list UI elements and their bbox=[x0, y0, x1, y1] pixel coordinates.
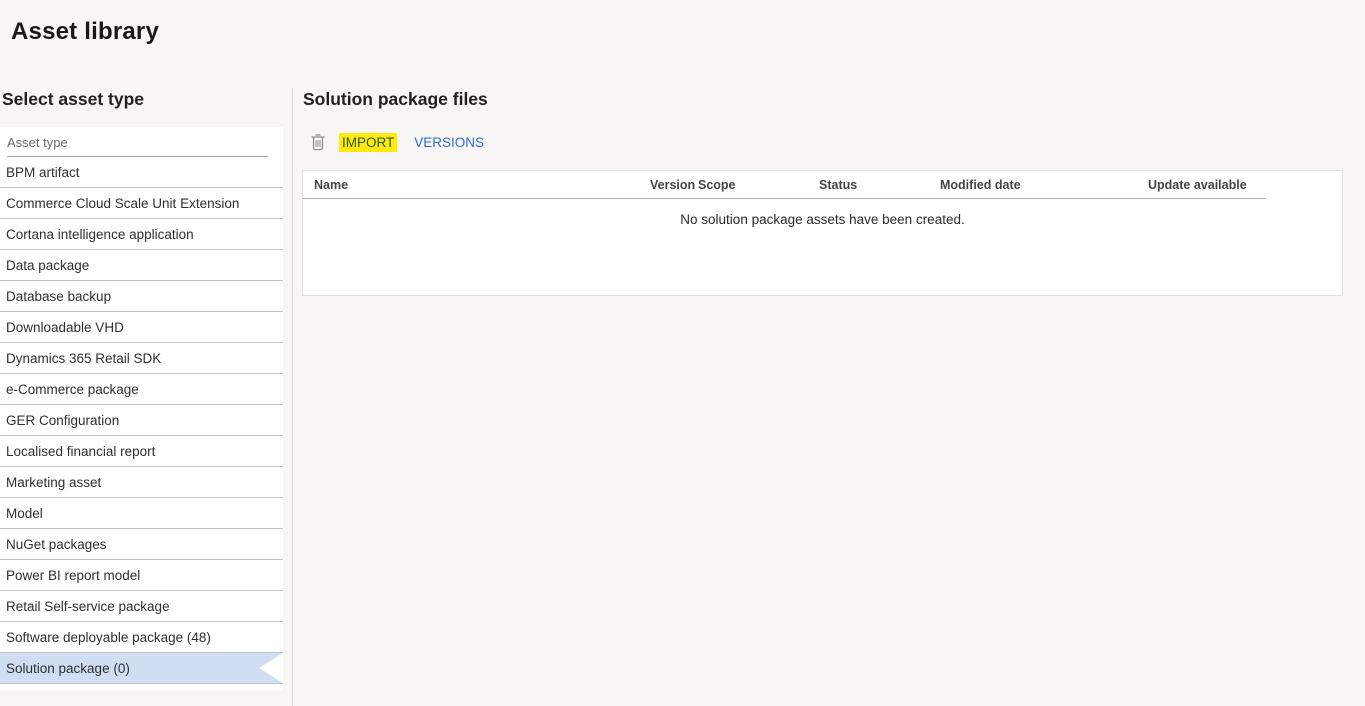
empty-state-message: No solution package assets have been cre… bbox=[303, 212, 1342, 227]
asset-type-item-power-bi-report-model[interactable]: Power BI report model bbox=[0, 560, 283, 591]
trash-icon bbox=[310, 133, 326, 151]
asset-type-item-solution-package[interactable]: Solution package (0) bbox=[0, 653, 283, 684]
panel-divider bbox=[292, 88, 293, 706]
versions-button[interactable]: VERSIONS bbox=[411, 133, 487, 152]
solution-package-files-card: Name Version Scope Status Modified date … bbox=[302, 170, 1343, 296]
asset-type-item-cortana-intelligence-application[interactable]: Cortana intelligence application bbox=[0, 219, 283, 250]
asset-type-item-ecommerce-package[interactable]: e-Commerce package bbox=[0, 374, 283, 405]
column-header-scope[interactable]: Scope bbox=[698, 178, 819, 192]
asset-type-item-data-package[interactable]: Data package bbox=[0, 250, 283, 281]
page-title: Asset library bbox=[11, 18, 159, 46]
asset-type-item-retail-self-service-package[interactable]: Retail Self-service package bbox=[0, 591, 283, 622]
asset-type-item-localised-financial-report[interactable]: Localised financial report bbox=[0, 436, 283, 467]
column-header-update-available[interactable]: Update available bbox=[1148, 178, 1266, 192]
asset-type-item-marketing-asset[interactable]: Marketing asset bbox=[0, 467, 283, 498]
asset-type-item-model[interactable]: Model bbox=[0, 498, 283, 529]
asset-type-item-ger-configuration[interactable]: GER Configuration bbox=[0, 405, 283, 436]
asset-type-item-nuget-packages[interactable]: NuGet packages bbox=[0, 529, 283, 560]
column-header-version[interactable]: Version bbox=[650, 178, 698, 192]
asset-type-list: Asset type BPM artifact Commerce Cloud S… bbox=[0, 127, 283, 690]
asset-type-item-commerce-cloud-scale-unit-extension[interactable]: Commerce Cloud Scale Unit Extension bbox=[0, 188, 283, 219]
asset-type-item-software-deployable-package[interactable]: Software deployable package (48) bbox=[0, 622, 283, 653]
column-header-name[interactable]: Name bbox=[303, 178, 650, 192]
left-panel-heading: Select asset type bbox=[2, 89, 144, 110]
asset-type-item-dynamics-365-retail-sdk[interactable]: Dynamics 365 Retail SDK bbox=[0, 343, 283, 374]
column-header-status[interactable]: Status bbox=[819, 178, 940, 192]
column-header-modified-date[interactable]: Modified date bbox=[940, 178, 1148, 192]
import-button[interactable]: IMPORT bbox=[339, 133, 397, 152]
asset-type-item-bpm-artifact[interactable]: BPM artifact bbox=[0, 157, 283, 188]
asset-type-list-header: Asset type bbox=[0, 127, 283, 157]
asset-type-item-downloadable-vhd[interactable]: Downloadable VHD bbox=[0, 312, 283, 343]
delete-button[interactable] bbox=[309, 133, 326, 152]
file-table-header-row: Name Version Scope Status Modified date … bbox=[303, 171, 1266, 199]
right-panel-heading: Solution package files bbox=[303, 89, 488, 110]
asset-type-item-database-backup[interactable]: Database backup bbox=[0, 281, 283, 312]
solution-package-toolbar: IMPORT VERSIONS bbox=[302, 130, 487, 154]
